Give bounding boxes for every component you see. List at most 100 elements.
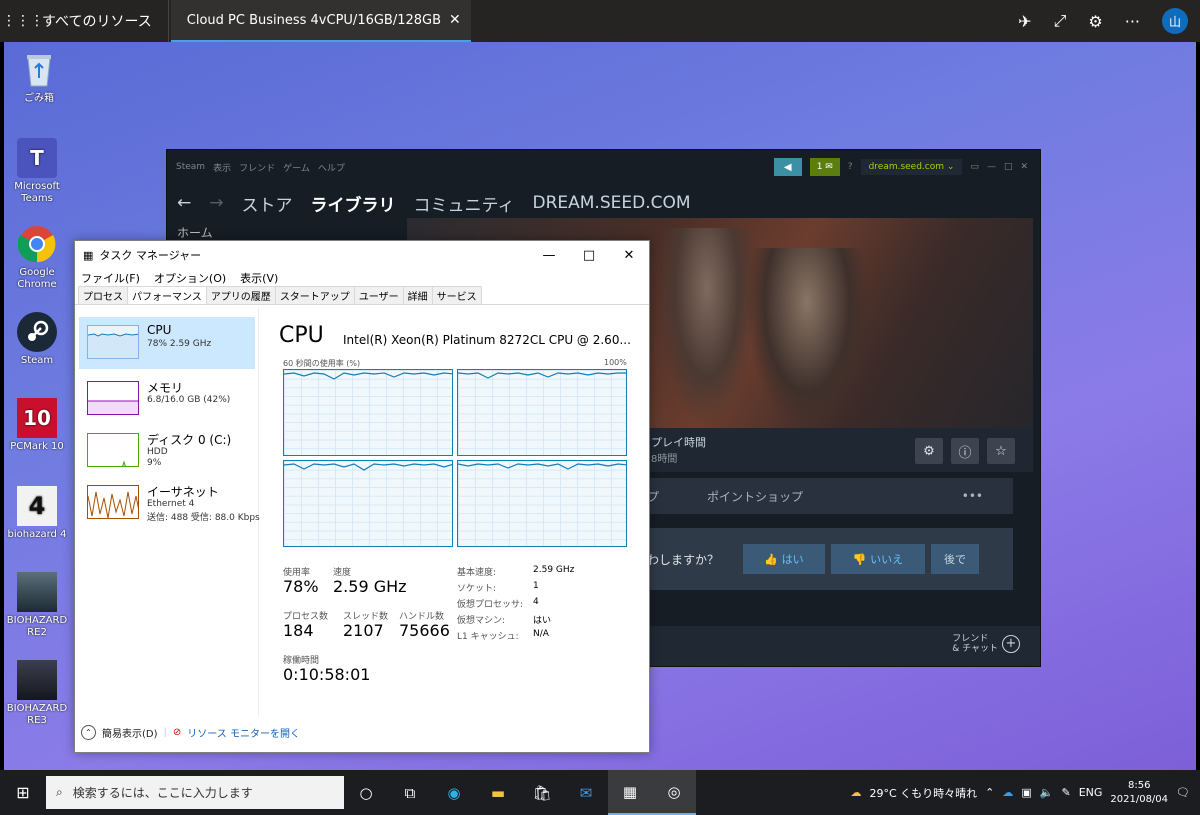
steam-taskbar-icon[interactable]: ◎ — [652, 770, 696, 815]
steam-menu-item[interactable]: ヘルプ — [318, 161, 345, 174]
all-resources-link[interactable]: すべてのリソース — [38, 0, 169, 42]
close-icon[interactable]: ✕ — [609, 248, 649, 263]
tab-store-page[interactable]: プ — [647, 488, 707, 505]
tab-app-history[interactable]: アプリの履歴 — [205, 286, 276, 304]
edge-icon[interactable]: ◉ — [432, 770, 476, 815]
steam-menu-item[interactable]: フレンド — [239, 161, 275, 174]
tab-services[interactable]: サービス — [431, 286, 482, 304]
app-launcher-icon[interactable]: ⋮⋮⋮ — [2, 0, 44, 42]
yes-button[interactable]: 👍 はい — [743, 544, 825, 574]
minimize-icon[interactable]: — — [987, 162, 996, 172]
close-icon[interactable]: ✕ — [1020, 162, 1028, 172]
remote-desktop: ごみ箱 T Microsoft Teams Google Chrome Stea… — [4, 42, 1196, 770]
cloud-pc-tab[interactable]: Cloud PC Business 4vCPU/16GB/128GB ✕ — [170, 0, 471, 42]
resource-monitor-link[interactable]: リソース モニターを開く — [187, 725, 300, 740]
desktop-icon-pcmark[interactable]: 10 PCMark 10 — [4, 398, 70, 453]
broadcast-icon[interactable]: ◀ — [773, 158, 802, 176]
tab-points-shop[interactable]: ポイントショップ — [707, 488, 803, 505]
desktop-icon-chrome[interactable]: Google Chrome — [4, 224, 70, 291]
task-view-icon[interactable]: ⧉ — [388, 770, 432, 815]
windows-taskbar: ⊞ ⌕ 検索するには、ここに入力します ○ ⧉ ◉ ▬ 🛍 ✉ ▦ ◎ ☁ 29… — [0, 770, 1200, 815]
cpu-core-graph — [283, 369, 453, 456]
windows-start-icon[interactable]: ⊞ — [0, 770, 46, 815]
messages-button[interactable]: 1 ✉ — [809, 158, 840, 176]
sidebar-item-ethernet[interactable]: イーサネット Ethernet 4 送信: 488 受信: 88.0 Kbps — [79, 477, 260, 529]
onedrive-icon[interactable]: ☁ — [1002, 786, 1013, 799]
gear-icon[interactable]: ⚙ — [915, 438, 943, 464]
taskbar-search-box[interactable]: ⌕ 検索するには、ここに入力します — [46, 776, 344, 809]
page-title: CPU — [279, 323, 324, 348]
sidebar-item-stat: 6.8/16.0 GB (42%) — [147, 395, 231, 405]
steam-menu-bar: Steam 表示 フレンド ゲーム ヘルプ ◀ 1 ✉ ? dream.seed… — [167, 150, 1040, 184]
notifications-icon[interactable]: 🗨 — [1176, 786, 1190, 799]
menu-options[interactable]: オプション(O) — [154, 270, 226, 286]
gear-icon[interactable]: ⚙ — [1088, 12, 1102, 31]
info-icon[interactable]: ⓘ — [951, 438, 979, 464]
chevron-up-icon[interactable]: ⌃ — [81, 725, 96, 740]
favorite-star-icon[interactable]: ☆ — [987, 438, 1015, 464]
maximize-icon[interactable]: □ — [569, 248, 609, 263]
fullscreen-icon[interactable]: ⤢ — [1054, 11, 1067, 31]
mail-icon[interactable]: ✉ — [564, 770, 608, 815]
tab-startup[interactable]: スタートアップ — [274, 286, 355, 304]
desktop-icon-re2[interactable]: BIOHAZARD RE2 — [4, 572, 70, 639]
volume-icon[interactable]: 🔈 — [1040, 786, 1054, 799]
friends-chat-button[interactable]: フレンド & チャット + — [952, 634, 1020, 654]
avatar[interactable]: 山 — [1162, 8, 1188, 34]
fewer-details-link[interactable]: 簡易表示(D) — [102, 725, 158, 740]
network-icon[interactable]: ▣ — [1021, 786, 1031, 799]
task-manager-taskbar-icon[interactable]: ▦ — [608, 770, 652, 815]
weather-text[interactable]: 29°C くもり時々晴れ — [869, 785, 977, 801]
maximize-icon[interactable]: □ — [1004, 162, 1013, 172]
tab-details[interactable]: 詳細 — [402, 286, 433, 304]
speed-value: 2.59 GHz — [333, 577, 407, 596]
sidebar-item-disk[interactable]: ディスク 0 (C:) HDD 9% — [79, 425, 255, 477]
steam-menu-item[interactable]: ゲーム — [283, 161, 310, 174]
sidebar-item-memory[interactable]: メモリ 6.8/16.0 GB (42%) — [79, 373, 255, 425]
playtime-value: 8時間 — [651, 454, 678, 465]
recycle-bin-icon — [19, 50, 59, 90]
file-explorer-icon[interactable]: ▬ — [476, 770, 520, 815]
store-icon[interactable]: 🛍 — [520, 770, 564, 815]
menu-file[interactable]: ファイル(F) — [81, 270, 140, 286]
big-picture-icon[interactable]: ▭ — [970, 162, 979, 172]
forward-arrow-icon[interactable]: → — [209, 193, 223, 213]
message-count: 1 — [816, 162, 823, 172]
back-arrow-icon[interactable]: ← — [177, 193, 191, 213]
chevron-up-icon[interactable]: ⌃ — [985, 786, 994, 799]
language-indicator[interactable]: ENG — [1079, 786, 1103, 799]
system-tray: ☁ 29°C くもり時々晴れ ⌃ ☁ ▣ 🔈 ✎ ENG 8:56 2021/0… — [850, 779, 1200, 807]
steam-menu-item[interactable]: 表示 — [213, 161, 231, 174]
desktop-icon-steam[interactable]: Steam — [4, 312, 70, 367]
help-icon[interactable]: ? — [848, 162, 853, 172]
tab-performance[interactable]: パフォーマンス — [127, 286, 207, 304]
nav-library[interactable]: ライブラリ — [311, 191, 396, 216]
disconnect-icon[interactable]: ✈ — [1018, 12, 1031, 31]
cortana-icon[interactable]: ○ — [344, 770, 388, 815]
nav-community[interactable]: コミュニティ — [414, 191, 515, 216]
close-tab-icon[interactable]: ✕ — [449, 12, 461, 28]
yes-label: はい — [781, 553, 804, 566]
nav-profile[interactable]: DREAM.SEED.COM — [532, 193, 690, 213]
more-icon[interactable]: ··· — [1125, 12, 1140, 31]
taskbar-clock[interactable]: 8:56 2021/08/04 — [1110, 779, 1168, 807]
later-button[interactable]: 後で — [931, 544, 979, 574]
library-home-link[interactable]: ホーム — [177, 224, 213, 241]
tab-more-icon[interactable]: ••• — [962, 489, 983, 503]
desktop-icon-recycle-bin[interactable]: ごみ箱 — [6, 50, 72, 105]
steam-menu-item[interactable]: Steam — [176, 162, 205, 172]
desktop-icon-biohazard4[interactable]: 4 biohazard 4 — [4, 486, 70, 541]
menu-view[interactable]: 表示(V) — [240, 270, 278, 286]
nav-store[interactable]: ストア — [242, 191, 293, 216]
pen-icon[interactable]: ✎ — [1061, 786, 1070, 799]
sidebar-item-cpu[interactable]: CPU 78% 2.59 GHz — [79, 317, 255, 369]
desktop-icon-label: BIOHAZARD RE2 — [6, 615, 68, 638]
desktop-icon-re3[interactable]: BIOHAZARD RE3 — [4, 660, 70, 727]
tab-users[interactable]: ユーザー — [353, 286, 404, 304]
desktop-icon-teams[interactable]: T Microsoft Teams — [4, 138, 70, 205]
no-button[interactable]: 👎 いいえ — [831, 544, 925, 574]
account-dropdown[interactable]: dream.seed.com ⌄ — [860, 159, 963, 175]
detail-key: L1 キャッシュ: — [457, 632, 519, 642]
tab-processes[interactable]: プロセス — [78, 286, 128, 304]
minimize-icon[interactable]: — — [529, 248, 569, 263]
